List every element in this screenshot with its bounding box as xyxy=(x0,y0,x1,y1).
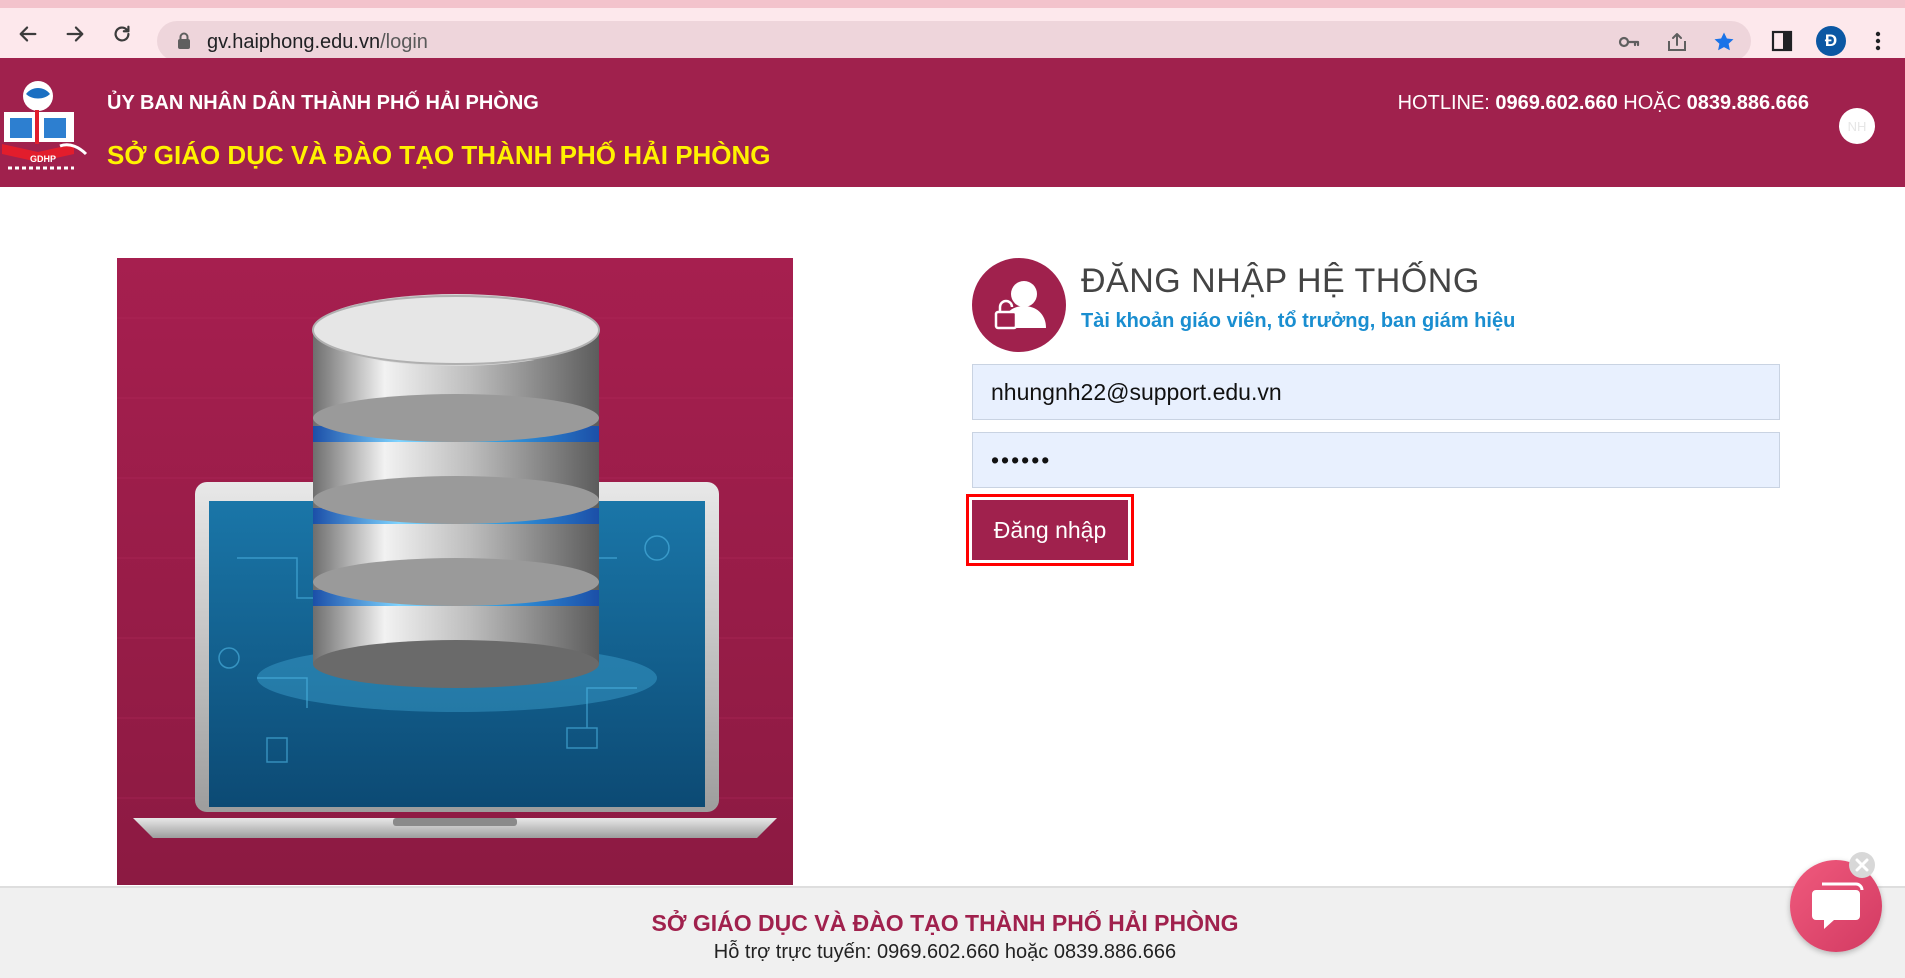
login-subtitle: Tài khoản giáo viên, tổ trưởng, ban giám… xyxy=(1081,310,1516,332)
hero-illustration xyxy=(117,258,793,885)
footer-title: SỞ GIÁO DỤC VÀ ĐÀO TẠO THÀNH PHỐ HẢI PHÒ… xyxy=(651,910,1239,936)
login-title: ĐĂNG NHẬP HỆ THỐNG xyxy=(1081,262,1480,300)
department-logo[interactable]: GDHP xyxy=(0,78,90,174)
lock-icon[interactable] xyxy=(177,32,191,55)
browser-toolbar: gv.haiphong.edu.vn/login Đ xyxy=(0,8,1905,61)
star-icon[interactable] xyxy=(1712,30,1736,54)
url-path: /login xyxy=(380,31,428,53)
hotline-or: HOẶC xyxy=(1617,92,1687,114)
site-footer: SỞ GIÁO DỤC VÀ ĐÀO TẠO THÀNH PHỐ HẢI PHÒ… xyxy=(0,886,1905,978)
password-field[interactable]: •••••• xyxy=(972,432,1780,488)
hotline-label: HOTLINE: xyxy=(1397,92,1496,114)
hotline-number-1: 0969.602.660 xyxy=(1495,92,1618,114)
more-vertical-icon[interactable] xyxy=(1866,29,1890,53)
footer-support: Hỗ trợ trực tuyến: 0969.602.660 hoặc 083… xyxy=(713,941,1177,963)
forward-button[interactable] xyxy=(63,22,87,46)
arrow-left-icon xyxy=(19,26,37,42)
share-icon[interactable] xyxy=(1665,30,1689,54)
hotline: HOTLINE: 0969.602.660 HOẶC 0839.886.666 xyxy=(1398,92,1809,115)
user-avatar[interactable]: NH xyxy=(1839,108,1875,144)
reload-icon xyxy=(114,25,130,42)
address-bar[interactable]: gv.haiphong.edu.vn/login xyxy=(157,21,1751,61)
url-text[interactable]: gv.haiphong.edu.vn/login xyxy=(207,31,428,54)
site-header: GDHP ỦY BAN NHÂN DÂN THÀNH PHỐ HẢI PHÒNG… xyxy=(0,58,1905,187)
city-committee-title: ỦY BAN NHÂN DÂN THÀNH PHỐ HẢI PHÒNG xyxy=(107,92,539,114)
url-host: gv.haiphong.edu.vn xyxy=(207,31,381,53)
arrow-right-icon xyxy=(66,26,84,42)
key-icon[interactable] xyxy=(1617,30,1641,54)
email-field[interactable]: nhungnh22@support.edu.vn xyxy=(972,364,1780,420)
tab-strip xyxy=(0,0,1905,8)
logo-text: GDHP xyxy=(30,154,56,164)
department-title: SỞ GIÁO DỤC VÀ ĐÀO TẠO THÀNH PHỐ HẢI PHÒ… xyxy=(107,140,771,170)
back-button[interactable] xyxy=(16,22,40,46)
login-button[interactable]: Đăng nhập xyxy=(972,500,1128,560)
hotline-number-2: 0839.886.666 xyxy=(1686,92,1809,114)
reload-button[interactable] xyxy=(110,22,134,46)
close-icon[interactable] xyxy=(1849,852,1875,878)
profile-avatar[interactable]: Đ xyxy=(1816,26,1846,56)
side-panel-icon[interactable] xyxy=(1770,29,1794,53)
user-lock-icon xyxy=(972,258,1066,352)
database-laptop-illustration xyxy=(117,258,793,885)
